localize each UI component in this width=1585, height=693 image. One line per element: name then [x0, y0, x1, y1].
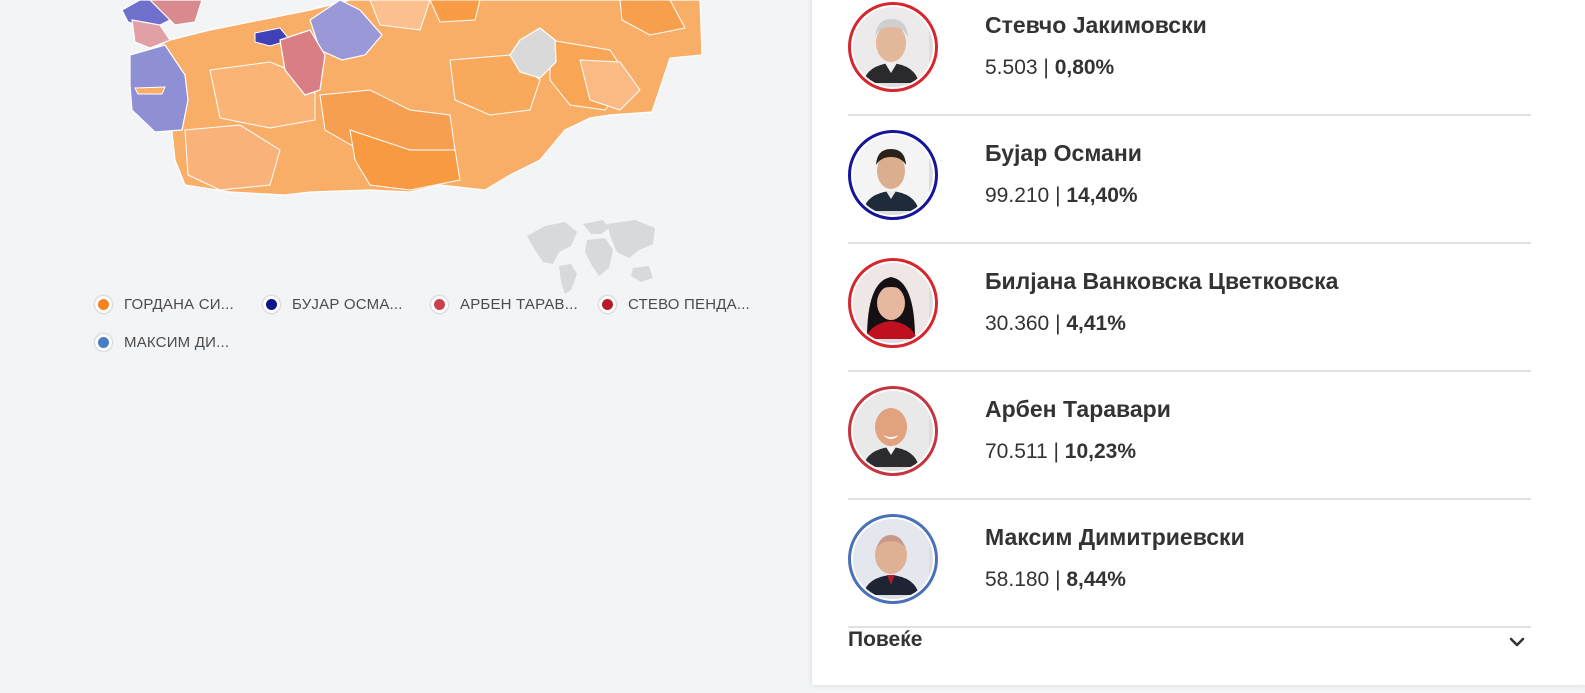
candidate-name: Максим Димитриевски	[985, 524, 1245, 550]
candidate-percent: 10,23%	[1064, 440, 1137, 463]
candidate-votes: 70.511	[985, 440, 1048, 463]
candidate-avatar	[848, 514, 938, 604]
legend-dot-icon	[263, 295, 280, 313]
legend-label: БУЈАР ОСМА...	[292, 295, 403, 313]
candidate-result: 58.180 | 8,44%	[985, 568, 1126, 591]
man-gray-hair-icon	[853, 7, 933, 87]
candidate-row[interactable]: Максим Димитриевски 58.180 | 8,44%	[848, 500, 1531, 628]
candidate-avatar	[848, 386, 938, 476]
candidate-result: 70.511 | 10,23%	[985, 440, 1137, 463]
candidate-name: Арбен Таравари	[985, 396, 1171, 422]
legend-dot-icon	[599, 295, 616, 313]
candidate-name: Бујар Османи	[985, 140, 1142, 166]
legend-item[interactable]: АРБЕН ТАРАВ...	[431, 294, 599, 314]
candidate-percent: 14,40%	[1066, 184, 1138, 207]
candidate-avatar	[848, 2, 938, 92]
candidate-result: 99.210 | 14,40%	[985, 184, 1138, 207]
candidate-row[interactable]: Арбен Таравари 70.511 | 10,23%	[848, 372, 1531, 500]
candidate-votes: 58.180	[985, 568, 1050, 591]
world-map-icon[interactable]	[525, 218, 657, 296]
legend-item[interactable]: СТЕВО ПЕНДА...	[599, 294, 767, 314]
candidate-row[interactable]: Бујар Османи 99.210 | 14,40%	[848, 116, 1531, 244]
chevron-down-icon[interactable]	[1507, 632, 1527, 652]
candidate-votes: 5.503	[985, 56, 1038, 79]
candidate-avatar	[848, 258, 938, 348]
candidate-name: Стевчо Јакимовски	[985, 12, 1207, 38]
legend-label: СТЕВО ПЕНДА...	[628, 295, 750, 313]
candidate-votes: 99.210	[985, 184, 1050, 207]
man-bald-icon	[853, 391, 933, 471]
candidate-name: Билјана Ванковска Цветковска	[985, 268, 1339, 294]
legend-dot-icon	[431, 295, 448, 313]
legend-item[interactable]: БУЈАР ОСМА...	[263, 294, 431, 314]
candidate-result: 5.503 | 0,80%	[985, 56, 1115, 79]
legend-dot-icon	[95, 295, 112, 313]
legend-label: МАКСИМ ДИ...	[124, 333, 230, 351]
map-region-orange-pill	[134, 86, 166, 95]
show-more-label: Повеќе	[848, 628, 923, 651]
woman-dark-hair-icon	[853, 263, 933, 343]
candidate-list: Стевчо Јакимовски 5.503 | 0,80% Бујар Ос…	[848, 0, 1531, 628]
legend-dot-icon	[95, 333, 112, 351]
map-legend: ГОРДАНА СИ... БУЈАР ОСМА... АРБЕН ТАРАВ.…	[95, 294, 815, 352]
legend-label: ГОРДАНА СИ...	[124, 295, 234, 313]
candidate-percent: 0,80%	[1054, 56, 1115, 79]
candidate-row[interactable]: Стевчо Јакимовски 5.503 | 0,80%	[848, 0, 1531, 116]
man-bald-icon	[853, 519, 933, 599]
candidate-avatar	[848, 130, 938, 220]
candidate-percent: 8,44%	[1066, 568, 1126, 591]
results-panel: Стевчо Јакимовски 5.503 | 0,80% Бујар Ос…	[812, 0, 1585, 685]
legend-label: АРБЕН ТАРАВ...	[460, 295, 578, 313]
candidate-row[interactable]: Билјана Ванковска Цветковска 30.360 | 4,…	[848, 244, 1531, 372]
municipality-map[interactable]	[110, 0, 710, 200]
candidate-percent: 4,41%	[1066, 312, 1126, 335]
candidate-votes: 30.360	[985, 312, 1050, 335]
candidate-result: 30.360 | 4,41%	[985, 312, 1126, 335]
legend-item[interactable]: ГОРДАНА СИ...	[95, 294, 263, 314]
man-dark-hair-icon	[853, 135, 933, 215]
show-more-toggle[interactable]: Повеќе	[848, 628, 1531, 658]
legend-item[interactable]: МАКСИМ ДИ...	[95, 332, 263, 352]
